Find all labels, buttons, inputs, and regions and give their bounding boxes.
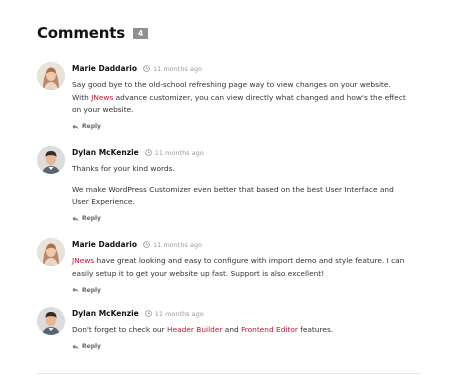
text-segment: and: [222, 325, 242, 334]
text-segment: easily setup it to get your website up f…: [72, 268, 325, 278]
comment-paragraph: Don't forget to check our Header Builder…: [72, 324, 422, 337]
avatar-dylan[interactable]: [37, 307, 65, 335]
comment-text: JNews have great looking and easy to con…: [72, 255, 422, 280]
reply-label: Reply: [82, 286, 101, 294]
reply-button[interactable]: Reply: [72, 215, 422, 223]
text-segment: advance customizer, you can view directl…: [113, 92, 406, 102]
comment-paragraph: We make WordPress Customizer even better…: [72, 184, 422, 209]
comments-title: Comments: [37, 24, 125, 42]
text-segment: have great looking and easy to configure…: [94, 256, 405, 265]
text-link[interactable]: JNews: [91, 93, 113, 102]
comment-body: Dylan McKenzie 11 months ago Thanks for yo…: [72, 146, 422, 223]
text-segment: features.: [297, 325, 334, 334]
comment-meta: Dylan McKenzie 11 months ago: [72, 146, 422, 159]
comment-author[interactable]: Marie Daddario: [72, 240, 137, 249]
reply-icon: [72, 124, 79, 130]
comment-body: Dylan McKenzie 11 months ago Don't forget …: [72, 307, 422, 351]
reply-button[interactable]: Reply: [72, 343, 422, 351]
avatar-dylan[interactable]: [37, 146, 65, 174]
comment-body: Marie Daddario 11 months ago Say good bye …: [72, 62, 422, 131]
comment-paragraph: Say good bye to the old-school refreshin…: [72, 79, 422, 117]
text-segment: User Experience.: [72, 197, 135, 206]
comment-meta: Marie Daddario 11 months ago: [72, 238, 422, 251]
clock-icon: [143, 65, 150, 72]
text-segment: Don't forget to check our: [72, 325, 168, 334]
reply-icon: [72, 287, 79, 293]
comment-text: Thanks for your kind words. We make WordP…: [72, 163, 422, 209]
text-link[interactable]: JNews: [72, 256, 94, 265]
avatar-marie[interactable]: [37, 238, 65, 266]
text-segment: Thanks for your kind words.: [72, 164, 175, 173]
comment-time[interactable]: 11 months ago: [155, 310, 204, 318]
text-link[interactable]: Header Builder: [167, 325, 222, 334]
text-segment: Say good bye to the old-school refreshin…: [72, 80, 391, 89]
comment-body: Marie Daddario 11 months ago JNews have gr…: [72, 238, 422, 294]
comments-header: Comments 4: [37, 24, 149, 42]
comment-count-badge: 4: [132, 27, 149, 39]
comment-author[interactable]: Dylan McKenzie: [72, 309, 139, 318]
comment-time[interactable]: 11 months ago: [153, 241, 202, 249]
clock-icon: [143, 241, 150, 248]
comment-meta: Dylan McKenzie 11 months ago: [72, 307, 422, 320]
reply-button[interactable]: Reply: [72, 123, 422, 131]
reply-icon: [72, 216, 79, 222]
comments-section: Comments 4 Marie Daddario 11 months ago Sa…: [0, 0, 455, 385]
text-link[interactable]: Frontend Editor: [241, 325, 298, 334]
reply-icon: [72, 344, 79, 350]
comment-paragraph: JNews have great looking and easy to con…: [72, 255, 422, 280]
comment-author[interactable]: Dylan McKenzie: [72, 148, 139, 157]
clock-icon: [144, 149, 152, 156]
avatar-marie[interactable]: [37, 62, 65, 90]
comment-time[interactable]: 11 months ago: [155, 149, 204, 157]
comment-paragraph: Thanks for your kind words.: [72, 163, 422, 176]
text-segment: We make WordPress Customizer even better…: [72, 184, 394, 194]
comment-text: Say good bye to the old-school refreshin…: [72, 79, 422, 117]
text-segment: on your website.: [72, 105, 134, 114]
reply-label: Reply: [82, 215, 101, 222]
reply-label: Reply: [82, 123, 101, 130]
reply-label: Reply: [82, 343, 101, 350]
text-segment: With: [72, 92, 92, 102]
comment-text: Don't forget to check our Header Builder…: [72, 324, 422, 337]
comment-author[interactable]: Marie Daddario: [72, 64, 137, 73]
reply-button[interactable]: Reply: [72, 286, 422, 294]
comment-time[interactable]: 11 months ago: [153, 65, 202, 73]
comment-meta: Marie Daddario 11 months ago: [72, 62, 422, 75]
clock-icon: [144, 310, 152, 317]
divider: [37, 373, 420, 374]
